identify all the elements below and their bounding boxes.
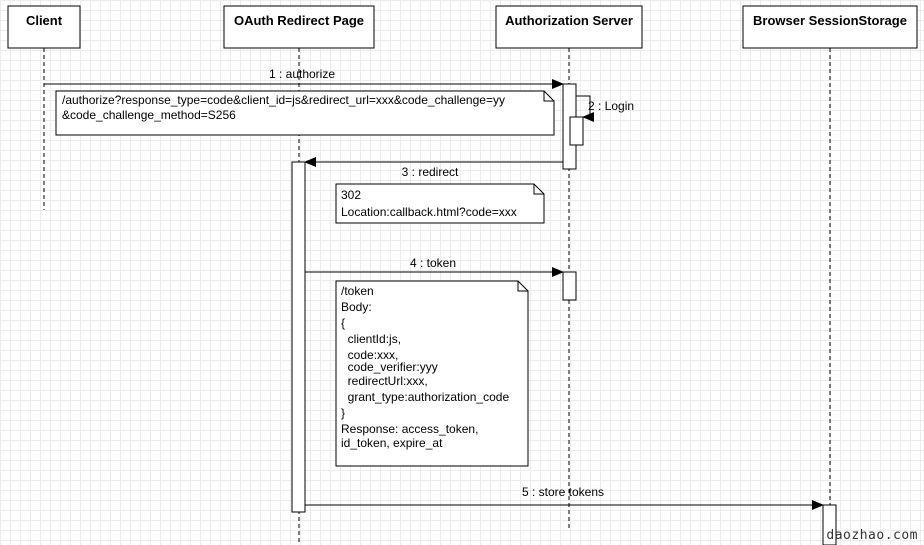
- participant-label: Authorization Server: [505, 13, 633, 28]
- note-line: id_token, expire_at: [341, 436, 443, 450]
- participant-label: Browser SessionStorage: [753, 13, 907, 28]
- participant-oauth-redirect-page[interactable]: OAuth Redirect Page: [223, 5, 375, 49]
- note-line: 302: [341, 188, 361, 202]
- watermark: daozhao.com: [826, 528, 918, 543]
- participant-label: OAuth Redirect Page: [234, 13, 364, 28]
- note-line: /authorize?response_type=code&client_id=…: [62, 93, 505, 107]
- note-line: grant_type:authorization_code: [341, 390, 509, 404]
- message-redirect[interactable]: 3 : redirect: [304, 157, 563, 179]
- note-redirect-response[interactable]: 302 Location:callback.html?code=xxx: [335, 183, 545, 224]
- note-line: &code_challenge_method=S256: [62, 108, 236, 122]
- message-token[interactable]: 4 : token: [305, 256, 564, 277]
- activation-bar-authserver-login: [569, 116, 584, 146]
- participant-browser-session-storage[interactable]: Browser SessionStorage: [742, 5, 918, 49]
- message-login[interactable]: 2 : Login: [576, 95, 634, 122]
- message-label: 1 : authorize: [269, 67, 335, 81]
- message-label: 3 : redirect: [402, 165, 459, 179]
- participant-client[interactable]: Client: [7, 5, 81, 49]
- note-line: /token: [341, 284, 374, 298]
- message-label: 5 : store tokens: [522, 485, 604, 499]
- note-line: redirectUrl:xxx,: [341, 374, 428, 388]
- note-authorize-request[interactable]: /authorize?response_type=code&client_id=…: [55, 90, 555, 136]
- note-line: Response: access_token,: [341, 422, 478, 436]
- sequence-diagram: Client OAuth Redirect Page Authorization…: [7, 5, 918, 545]
- note-line: clientId:js,: [341, 332, 401, 346]
- activation-bar-authserver-2: [562, 271, 577, 301]
- note-line: {: [341, 316, 345, 330]
- message-authorize[interactable]: 1 : authorize: [44, 67, 564, 89]
- note-line: Location:callback.html?code=xxx: [341, 205, 517, 219]
- message-label: 2 : Login: [588, 99, 634, 113]
- message-label: 4 : token: [410, 256, 456, 270]
- note-line: Body:: [341, 300, 372, 314]
- note-line: }: [341, 406, 345, 420]
- participant-authorization-server[interactable]: Authorization Server: [495, 5, 643, 49]
- note-line: code_verifier:yyy: [341, 360, 438, 374]
- message-store-tokens[interactable]: 5 : store tokens: [305, 485, 824, 510]
- note-token-request[interactable]: /token Body: { clientId:js, code:xxx, co…: [335, 280, 529, 467]
- participant-label: Client: [26, 13, 63, 28]
- activation-bar-redirect-page: [291, 161, 306, 513]
